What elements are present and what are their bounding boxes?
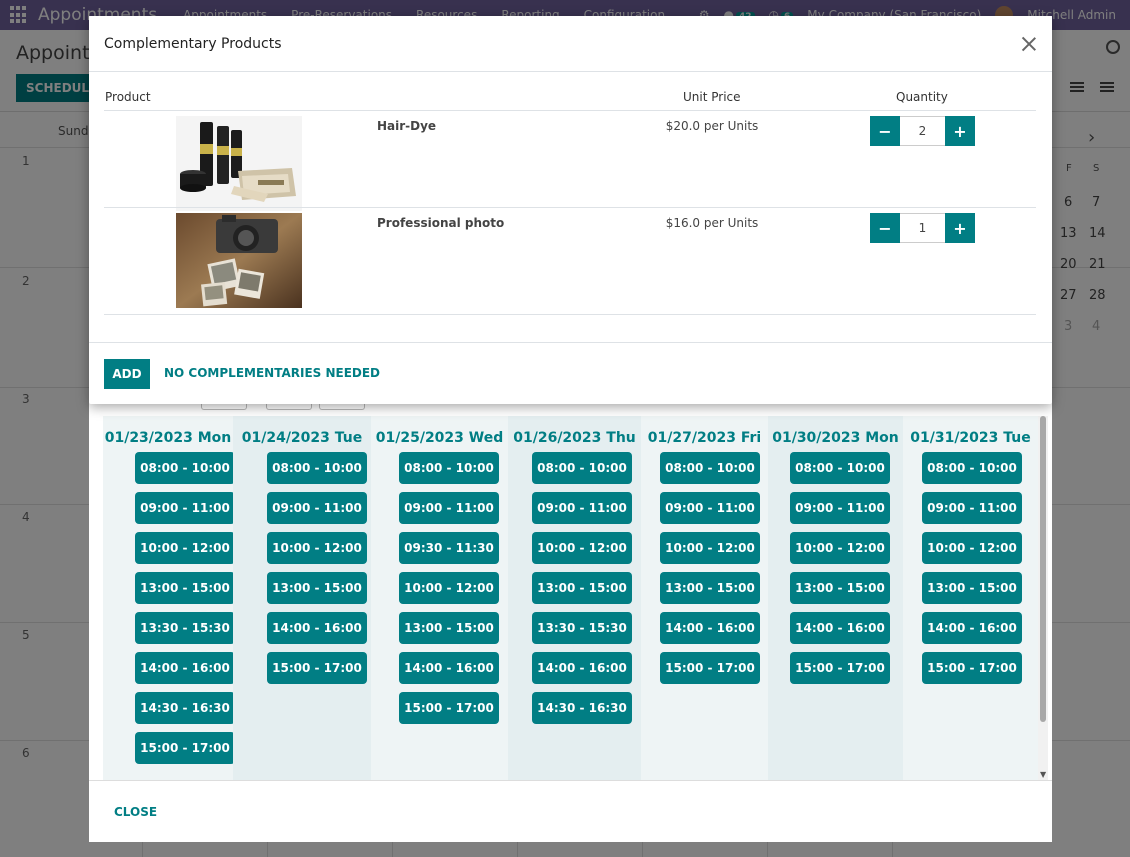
time-slot-button[interactable]: 14:00 - 16:00: [135, 652, 235, 684]
decrease-quantity-button[interactable]: −: [870, 213, 900, 243]
day-title: 01/23/2023 Mon: [104, 430, 232, 446]
time-slot-button[interactable]: 15:00 - 17:00: [790, 652, 890, 684]
time-slot-button[interactable]: 09:00 - 11:00: [532, 492, 632, 524]
slots-grid: 01/23/2023 Mon 08:00 - 10:00 09:00 - 11:00…: [103, 416, 1038, 780]
modal-header: Complementary Products: [89, 16, 1052, 72]
scroll-down-icon[interactable]: ▼: [1040, 770, 1046, 779]
time-slot-button[interactable]: 08:00 - 10:00: [135, 452, 235, 484]
time-slot-button[interactable]: 09:00 - 11:00: [660, 492, 760, 524]
product-name: Hair-Dye: [377, 119, 437, 133]
time-slot-button[interactable]: 08:00 - 10:00: [267, 452, 367, 484]
time-slot-button[interactable]: 10:00 - 12:00: [922, 532, 1022, 564]
time-slot-button[interactable]: 08:00 - 10:00: [399, 452, 499, 484]
column-header-unit-price: Unit Price: [683, 90, 741, 104]
time-slot-button[interactable]: 10:00 - 12:00: [399, 572, 499, 604]
time-slot-button[interactable]: 10:00 - 12:00: [790, 532, 890, 564]
day-column: 01/24/2023 Tue 08:00 - 10:00 09:00 - 11:00…: [233, 416, 371, 780]
time-slot-button[interactable]: 13:00 - 15:00: [790, 572, 890, 604]
increase-quantity-button[interactable]: +: [945, 213, 975, 243]
quantity-input[interactable]: 2: [900, 116, 945, 146]
column-header-product: Product: [105, 90, 151, 104]
time-slot-button[interactable]: 14:00 - 16:00: [790, 612, 890, 644]
time-slot-button[interactable]: 09:00 - 11:00: [399, 492, 499, 524]
quantity-input[interactable]: 1: [900, 213, 945, 243]
time-slot-button[interactable]: 10:00 - 12:00: [660, 532, 760, 564]
quantity-stepper: − 2 +: [870, 116, 975, 146]
time-slot-button[interactable]: 14:00 - 16:00: [399, 652, 499, 684]
time-slot-button[interactable]: 13:00 - 15:00: [267, 572, 367, 604]
increase-quantity-button[interactable]: +: [945, 116, 975, 146]
no-complementaries-button[interactable]: NO COMPLEMENTARIES NEEDED: [164, 366, 380, 380]
time-slot-button[interactable]: 14:00 - 16:00: [660, 612, 760, 644]
time-slot-button[interactable]: 14:30 - 16:30: [135, 692, 235, 724]
close-icon[interactable]: [1020, 35, 1038, 53]
day-title: 01/24/2023 Tue: [241, 430, 363, 446]
day-column: 01/31/2023 Tue 08:00 - 10:00 09:00 - 11:00…: [903, 416, 1038, 780]
time-slot-button[interactable]: 10:00 - 12:00: [532, 532, 632, 564]
time-slot-button[interactable]: 13:00 - 15:00: [135, 572, 235, 604]
time-slot-button[interactable]: 10:00 - 12:00: [267, 532, 367, 564]
time-slot-button[interactable]: 10:00 - 12:00: [135, 532, 235, 564]
time-slot-button[interactable]: 08:00 - 10:00: [660, 452, 760, 484]
day-title: 01/27/2023 Fri: [647, 430, 762, 446]
modal-title: Complementary Products: [104, 36, 282, 52]
time-slot-button[interactable]: 13:00 - 15:00: [399, 612, 499, 644]
day-column: 01/25/2023 Wed 08:00 - 10:00 09:00 - 11:00…: [371, 416, 508, 780]
day-column: 01/27/2023 Fri 08:00 - 10:00 09:00 - 11:00…: [641, 416, 768, 780]
decrease-quantity-button[interactable]: −: [870, 116, 900, 146]
time-slot-button[interactable]: 15:00 - 17:00: [922, 652, 1022, 684]
time-slot-button[interactable]: 15:00 - 17:00: [399, 692, 499, 724]
time-slot-button[interactable]: 14:00 - 16:00: [922, 612, 1022, 644]
day-title: 01/31/2023 Tue: [910, 430, 1031, 446]
time-slot-button[interactable]: 13:30 - 15:30: [135, 612, 235, 644]
time-slot-button[interactable]: 13:00 - 15:00: [660, 572, 760, 604]
time-slot-button[interactable]: 15:00 - 17:00: [267, 652, 367, 684]
day-column: 01/26/2023 Thu 08:00 - 10:00 09:00 - 11:00…: [508, 416, 641, 780]
time-slot-button[interactable]: 13:00 - 15:00: [532, 572, 632, 604]
dialog-footer: CLOSE: [89, 780, 1052, 842]
time-slot-button[interactable]: 09:00 - 11:00: [922, 492, 1022, 524]
time-slot-button[interactable]: 08:00 - 10:00: [922, 452, 1022, 484]
time-slot-button[interactable]: 13:00 - 15:00: [922, 572, 1022, 604]
time-slot-button[interactable]: 08:00 - 10:00: [532, 452, 632, 484]
product-price: $16.0 per Units: [665, 216, 759, 230]
product-name: Professional photo: [377, 216, 505, 230]
time-slot-button[interactable]: 14:00 - 16:00: [532, 652, 632, 684]
day-title: 01/26/2023 Thu: [513, 430, 636, 446]
hair-dye-product-image: [176, 116, 302, 211]
modal-footer: ADD NO COMPLEMENTARIES NEEDED: [89, 342, 1052, 404]
time-slot-button[interactable]: 09:00 - 11:00: [790, 492, 890, 524]
day-column: 01/23/2023 Mon 08:00 - 10:00 09:00 - 11:00…: [103, 416, 235, 780]
add-button[interactable]: ADD: [104, 359, 150, 389]
close-button[interactable]: CLOSE: [114, 805, 157, 819]
scrollbar-thumb[interactable]: [1040, 416, 1046, 722]
day-title: 01/30/2023 Mon: [772, 430, 899, 446]
time-slot-button[interactable]: 15:00 - 17:00: [660, 652, 760, 684]
professional-photo-product-image: [176, 213, 302, 308]
quantity-stepper: − 1 +: [870, 213, 975, 243]
time-slot-button[interactable]: 15:00 - 17:00: [135, 732, 235, 764]
column-header-quantity: Quantity: [896, 90, 948, 104]
time-slot-button[interactable]: 13:30 - 15:30: [532, 612, 632, 644]
day-title: 01/25/2023 Wed: [375, 430, 504, 446]
time-slot-button[interactable]: 09:00 - 11:00: [135, 492, 235, 524]
time-slot-button[interactable]: 08:00 - 10:00: [790, 452, 890, 484]
product-price: $20.0 per Units: [665, 119, 759, 133]
time-slot-button[interactable]: 14:00 - 16:00: [267, 612, 367, 644]
time-slot-button[interactable]: 09:00 - 11:00: [267, 492, 367, 524]
complementary-products-modal: Complementary Products Product Unit Pric…: [89, 16, 1052, 404]
time-slot-button[interactable]: 14:30 - 16:30: [532, 692, 632, 724]
time-slot-button[interactable]: 09:30 - 11:30: [399, 532, 499, 564]
day-column: 01/30/2023 Mon 08:00 - 10:00 09:00 - 11:00…: [768, 416, 903, 780]
